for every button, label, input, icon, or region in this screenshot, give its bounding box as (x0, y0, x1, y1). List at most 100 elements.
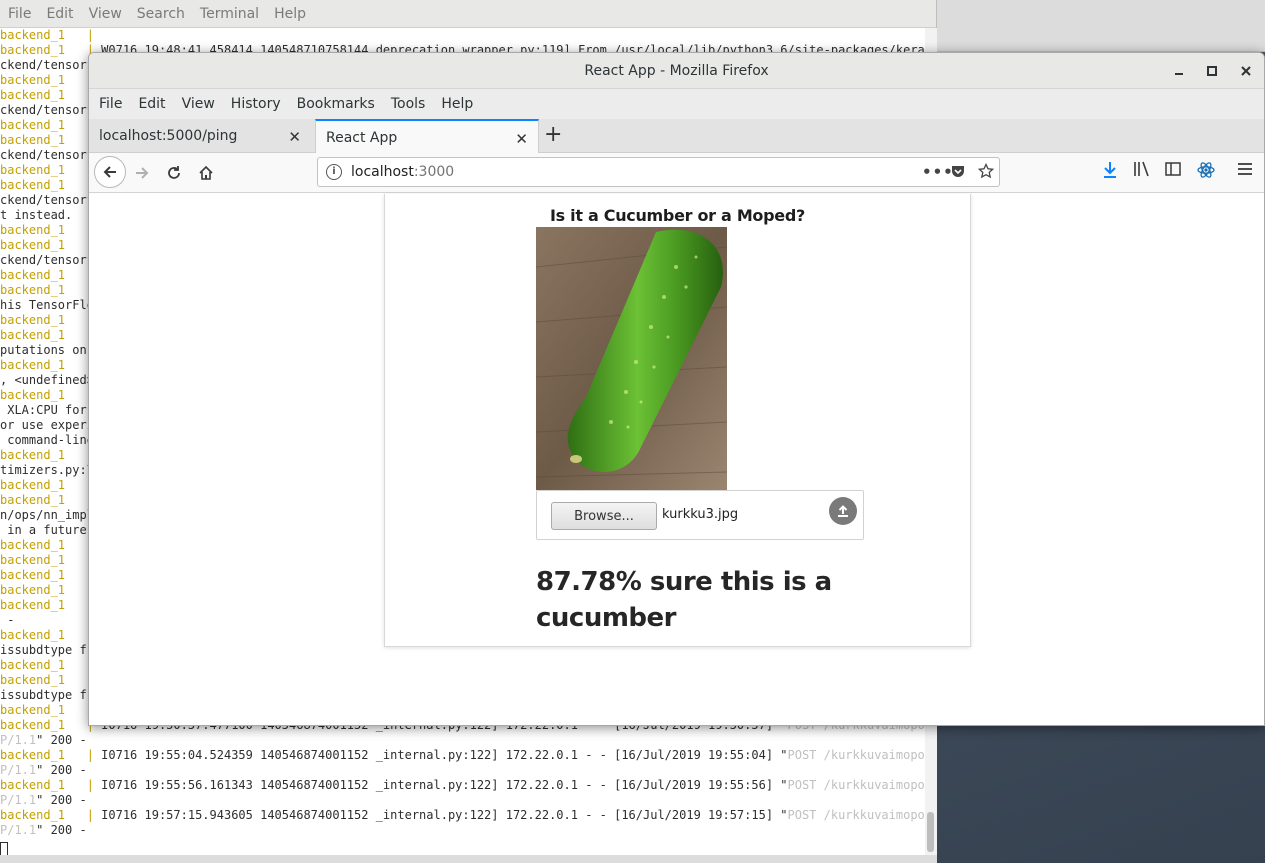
terminal-text: issubdtype fr (0, 643, 94, 657)
terminal-line: his TensorFlo (0, 298, 94, 313)
terminal-text: t instead. (0, 208, 73, 222)
terminal-service-name: backend_1 (0, 598, 87, 612)
library-icon[interactable] (1133, 161, 1151, 181)
terminal-line: P/1.1" 200 - (0, 823, 87, 838)
tab-react-app[interactable]: React App ✕ (315, 119, 539, 154)
terminal-text: or use experi (0, 418, 94, 432)
home-icon[interactable] (194, 161, 218, 185)
terminal-menu-file[interactable]: File (2, 6, 37, 22)
terminal-text-dim: P/1.1 (0, 733, 37, 747)
new-tab-icon[interactable]: + (544, 124, 562, 146)
terminal-line: backend_1 | (0, 28, 101, 43)
terminal-service-name: backend_1 (0, 493, 87, 507)
minimize-icon[interactable] (1169, 61, 1189, 81)
terminal-line: ckend/tensorf (0, 193, 94, 208)
terminal-line: ckend/tensorf (0, 148, 94, 163)
menu-bookmarks[interactable]: Bookmarks (289, 96, 383, 112)
terminal-service-name: backend_1 (0, 718, 87, 732)
terminal-separator: | (86, 808, 102, 822)
terminal-line: issubdtype fr (0, 688, 94, 703)
terminal-line: backend_1 | (0, 118, 101, 133)
terminal-line: backend_1 | (0, 493, 101, 508)
downloads-icon[interactable] (1102, 161, 1118, 183)
terminal-line: timizers.py:7 (0, 463, 94, 478)
terminal-line: backend_1 | (0, 673, 101, 688)
terminal-service-name: backend_1 (0, 778, 87, 792)
tab-close-icon[interactable]: ✕ (288, 128, 301, 146)
menu-help[interactable]: Help (433, 96, 481, 112)
terminal-line: backend_1 | (0, 658, 101, 673)
bookmark-star-icon[interactable] (977, 162, 995, 183)
url-host: localhost (351, 164, 414, 180)
terminal-menu-help[interactable]: Help (268, 6, 312, 22)
terminal-line: command-line (0, 433, 94, 448)
terminal-text: ckend/tensorf (0, 253, 94, 267)
terminal-line: backend_1 | (0, 73, 101, 88)
terminal-line: P/1.1" 200 - (0, 763, 87, 778)
terminal-text: issubdtype fr (0, 688, 94, 702)
terminal-line: , <undefined> (0, 373, 94, 388)
maximize-icon[interactable] (1202, 61, 1222, 81)
terminal-menu-view[interactable]: View (83, 6, 128, 22)
menu-tools[interactable]: Tools (383, 96, 434, 112)
sidebar-icon[interactable] (1165, 161, 1181, 180)
terminal-menu-edit[interactable]: Edit (40, 6, 79, 22)
tab-close-icon[interactable]: ✕ (515, 130, 528, 148)
terminal-text: XLA:CPU for (0, 403, 87, 417)
terminal-line: backend_1 | (0, 703, 101, 718)
site-info-icon[interactable]: i (326, 164, 342, 180)
back-arrow-icon[interactable] (94, 156, 126, 188)
terminal-service-name: backend_1 (0, 88, 87, 102)
terminal-menu-terminal[interactable]: Terminal (194, 6, 265, 22)
terminal-service-name: backend_1 (0, 313, 87, 327)
reload-icon[interactable] (162, 161, 186, 185)
menu-history[interactable]: History (223, 96, 289, 112)
firefox-window[interactable]: React App - Mozilla Firefox File Edit Vi… (88, 52, 1265, 726)
selected-file-name: kurkku3.jpg (662, 507, 739, 522)
url-bar[interactable]: i localhost:3000 ••• (317, 157, 1000, 187)
upload-icon[interactable] (829, 497, 857, 525)
terminal-line: backend_1 | (0, 283, 101, 298)
terminal-text: timizers.py:7 (0, 463, 94, 477)
menu-view[interactable]: View (174, 96, 223, 112)
browse-button[interactable]: Browse... (551, 502, 657, 530)
page-content: Is it a Cucumber or a Moped? Browse... k… (89, 194, 1264, 725)
terminal-text: " 200 - (36, 733, 87, 747)
terminal-text: ckend/tensorf (0, 58, 94, 72)
terminal-line: backend_1 | (0, 88, 101, 103)
background-window-strip (937, 0, 1265, 52)
terminal-service-name: backend_1 (0, 628, 87, 642)
terminal-scrollbar-thumb[interactable] (927, 812, 934, 852)
terminal-bottom-edge (0, 855, 937, 863)
menu-file[interactable]: File (91, 96, 130, 112)
pocket-icon[interactable] (950, 163, 966, 183)
tab-ping[interactable]: localhost:5000/ping ✕ (89, 119, 311, 153)
forward-arrow-icon[interactable] (130, 161, 154, 185)
terminal-line: backend_1 | (0, 628, 101, 643)
terminal-menu-search[interactable]: Search (131, 6, 191, 22)
terminal-text-dim: POST /kurkkuvaimopo HTT (787, 778, 925, 792)
terminal-separator: | (86, 28, 102, 42)
close-icon[interactable] (1236, 61, 1256, 81)
terminal-line: P/1.1" 200 - (0, 793, 87, 808)
hamburger-menu-icon[interactable] (1237, 161, 1253, 180)
terminal-line: backend_1 | I0716 19:55:04.524359 140546… (0, 748, 925, 763)
terminal-service-name: backend_1 (0, 43, 87, 57)
terminal-line: backend_1 | (0, 268, 101, 283)
terminal-line: backend_1 | (0, 358, 101, 373)
page-actions-icon[interactable]: ••• (922, 163, 954, 181)
terminal-line: backend_1 | (0, 598, 101, 613)
terminal-text: I0716 19:55:04.524359 140546874001152 _i… (101, 748, 788, 762)
react-devtools-icon[interactable] (1197, 161, 1215, 183)
firefox-titlebar[interactable]: React App - Mozilla Firefox (89, 53, 1264, 89)
terminal-text: " 200 - (36, 823, 87, 837)
terminal-line: n/ops/nn_impl (0, 508, 94, 523)
terminal-text: putations on (0, 343, 87, 357)
file-upload: Browse... kurkku3.jpg (536, 490, 864, 540)
terminal-line: backend_1 | (0, 223, 101, 238)
url-text[interactable]: localhost:3000 (351, 164, 454, 180)
uploaded-image (536, 227, 727, 490)
terminal-text: I0716 19:57:15.943605 140546874001152 _i… (101, 808, 788, 822)
terminal-line: ckend/tensorf (0, 253, 94, 268)
menu-edit[interactable]: Edit (130, 96, 173, 112)
